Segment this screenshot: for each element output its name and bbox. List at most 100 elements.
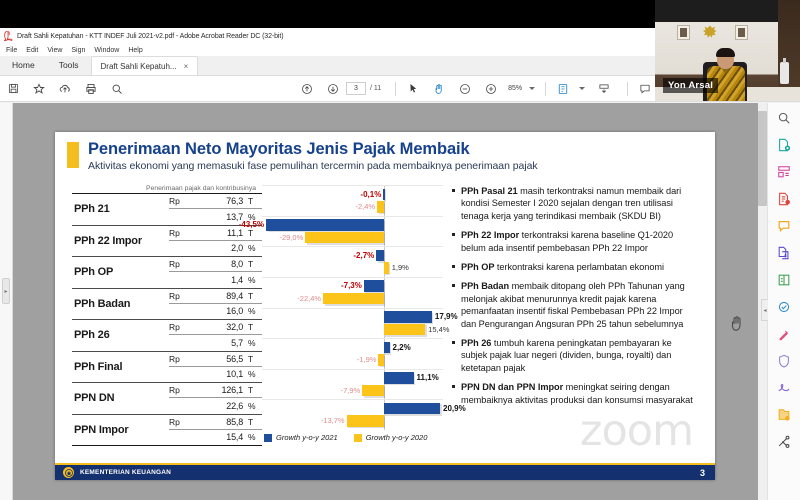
zoom-in-icon[interactable] (478, 76, 504, 102)
scroll-mode-icon[interactable] (591, 76, 617, 102)
participant-name-label: Yon Arsal (663, 78, 719, 93)
tools-rail: ◂ (761, 103, 800, 500)
bar-label: -2,4% (355, 202, 376, 211)
expand-nav-pane-button[interactable]: ▸ (2, 278, 10, 304)
bullet-lead: PPh Badan (461, 281, 510, 292)
print-icon[interactable] (78, 76, 104, 102)
footer-organization: KEMENTERIAN KEUANGAN (80, 469, 172, 476)
save-icon[interactable] (0, 76, 26, 102)
bar-2020-pph-final (378, 354, 384, 366)
hand-sanitizer-bottle (780, 58, 789, 84)
title-accent-bar (67, 142, 79, 168)
chart-gridline (262, 185, 443, 186)
chart-group: 17,9% 15,4% (260, 307, 458, 339)
currency-label: Rp (169, 196, 180, 207)
share-file-icon[interactable] (775, 405, 794, 424)
chart-group: 20,9% -13,7% (260, 399, 466, 430)
bar-2021-pph-badan (363, 280, 384, 292)
chart-gridline (262, 399, 443, 401)
page-number-input[interactable]: 3 (346, 82, 366, 95)
menu-help[interactable]: Help (128, 47, 142, 54)
toolbar-nav-group: 85% (400, 76, 536, 102)
currency-label: Rp (169, 290, 180, 301)
menu-window[interactable]: Window (94, 47, 119, 54)
toolbar-view-group (550, 76, 617, 102)
bullet-lead: PPh 22 Impor (461, 230, 520, 241)
collapse-rail-button[interactable]: ◂ (761, 299, 768, 321)
menu-view[interactable]: View (47, 47, 62, 54)
tab-document[interactable]: Draft Sahli Kepatuh... × (90, 56, 199, 75)
chart-group: -7,3% -22,4% (260, 276, 445, 308)
legend-swatch-icon (264, 433, 272, 442)
hand-tool-icon[interactable] (426, 76, 452, 102)
organize-pages-icon[interactable] (775, 162, 794, 181)
chevron-down-icon-2[interactable] (579, 87, 586, 90)
fit-page-icon[interactable] (550, 76, 576, 102)
bar-2021-ppn-dn (383, 372, 414, 384)
bullet-icon (452, 189, 456, 222)
chart-plot-area: -0,1% -2,4% -43,5% -29,0% -2,7% 1,9% -7,3% -22,… (239, 185, 466, 430)
chart-gridline (262, 215, 443, 217)
page-subtitle: Aktivitas ekonomi yang memasuki fase pem… (88, 160, 538, 172)
amount-value: 8,0 (231, 259, 243, 270)
compress-pdf-icon[interactable] (775, 270, 794, 289)
row-label: PPh Final (74, 360, 123, 373)
table-row: PPh 26 Rp 32,0 T 5,7% (72, 320, 262, 352)
close-icon[interactable]: × (184, 62, 189, 71)
bar-label: -29,0% (279, 232, 304, 242)
bullet-rest: terkontraksi karena perlambatan ekonomi (494, 262, 664, 273)
combine-files-icon[interactable] (775, 243, 794, 262)
bar-2020-pph-26 (383, 323, 426, 335)
amount-value: 89,4 (226, 290, 243, 301)
signature-icon[interactable] (775, 378, 794, 397)
chevron-down-icon[interactable] (529, 87, 536, 90)
export-pdf-icon[interactable] (775, 135, 794, 154)
edit-pdf-icon[interactable] (775, 189, 794, 208)
search-tool-icon[interactable] (775, 108, 794, 127)
chart-group: -43,5% -29,0% (239, 215, 445, 247)
list-item: PPh Pasal 21 masih terkontraksi namun me… (452, 185, 695, 222)
select-cursor-icon[interactable] (400, 76, 426, 102)
video-tile[interactable]: Yon Arsal (655, 0, 800, 101)
shield-icon[interactable] (775, 351, 794, 370)
stamp-icon[interactable] (775, 324, 794, 343)
bar-label: -2,7% (353, 250, 375, 260)
zoom-level-value[interactable]: 85% (504, 85, 526, 92)
tab-home[interactable]: Home (0, 55, 47, 75)
bullet-rest: tumbuh karena peningkatan pembayaran ke … (461, 338, 672, 373)
room-door (778, 0, 800, 101)
window-title: Draft Sahli Kepatuhan - KTT INDEF Juli 2… (17, 32, 284, 40)
bar-label: -7,3% (340, 281, 362, 291)
tab-tools[interactable]: Tools (47, 55, 91, 75)
menu-file[interactable]: File (6, 47, 17, 54)
screen: Draft Sahli Kepatuhan - KTT INDEF Juli 2… (0, 0, 800, 500)
toolbar-page-group: 3 / 11 (294, 76, 381, 102)
menu-sign[interactable]: Sign (71, 47, 85, 54)
upload-cloud-icon[interactable] (52, 76, 78, 102)
bar-label: 15,4% (428, 324, 450, 334)
row-label: PPh 26 (74, 329, 110, 342)
star-icon[interactable] (26, 76, 52, 102)
amount-value: 32,0 (226, 322, 243, 333)
bullet-lead: PPh Pasal 21 (461, 186, 518, 196)
more-tools-icon[interactable] (775, 432, 794, 451)
share-value: 15,4 (226, 432, 243, 443)
protect-pdf-icon[interactable] (775, 297, 794, 316)
legend-label: Growth y-o-y 2020 (365, 433, 428, 442)
chart-gridline (262, 368, 443, 370)
search-icon[interactable] (104, 76, 130, 102)
menu-edit[interactable]: Edit (26, 47, 38, 54)
list-item: PPN DN dan PPN Impor meningkat seiring d… (452, 381, 695, 406)
comment-tool-icon[interactable] (775, 216, 794, 235)
page-down-icon[interactable] (320, 76, 346, 102)
bar-shadow (384, 190, 387, 202)
bullet-icon (452, 265, 456, 273)
vertical-scrollbar-thumb[interactable] (758, 111, 767, 206)
row-label: PPN DN (74, 392, 115, 405)
list-item: PPh 26 tumbuh karena peningkatan pembaya… (452, 337, 695, 374)
wall-portrait-right (735, 25, 748, 40)
zoom-out-icon[interactable] (452, 76, 478, 102)
page-up-icon[interactable] (294, 76, 320, 102)
bar-2020-ppn-impor (346, 415, 384, 427)
row-label: PPh Badan (74, 297, 131, 310)
